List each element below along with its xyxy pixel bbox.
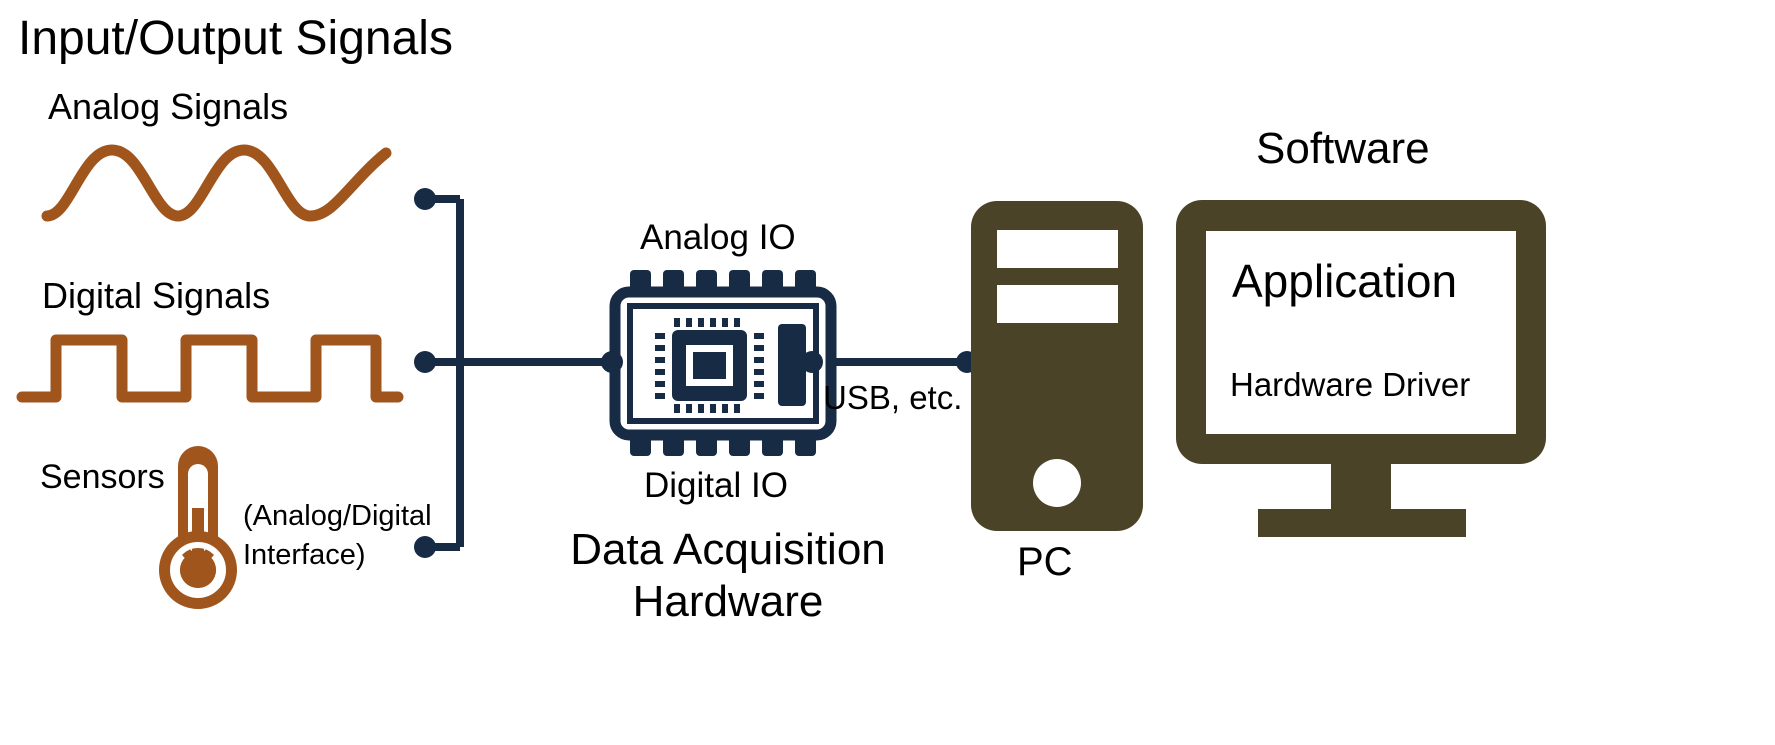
daq-hardware-label: Data Acquisition Hardware <box>570 525 886 626</box>
usb-connection-label: USB, etc. <box>823 379 963 416</box>
interface-note-label: (Analog/Digital Interface) <box>243 500 432 572</box>
bus-node-digital <box>414 351 436 373</box>
thermometer-icon <box>159 446 237 609</box>
diagram-canvas: Input/Output Signals Analog Signals Digi… <box>0 0 1775 745</box>
application-label: Application <box>1232 255 1458 307</box>
microchip-icon <box>609 270 837 456</box>
chip-node-in <box>601 351 623 373</box>
pc-drive-bay-2 <box>997 285 1118 323</box>
hardware-driver-label: Hardware Driver <box>1230 366 1471 403</box>
usb-link-wiring <box>601 351 978 373</box>
pc-node-in <box>956 351 978 373</box>
pc-label: PC <box>1017 540 1073 584</box>
analog-signals-label: Analog Signals <box>48 86 289 127</box>
monitor-neck <box>1331 464 1391 512</box>
digital-io-label: Digital IO <box>644 466 788 505</box>
square-wave-icon <box>16 334 404 403</box>
sine-wave-icon <box>41 144 392 222</box>
pc-tower-icon <box>971 201 1143 531</box>
bus-node-analog <box>414 188 436 210</box>
monitor-base <box>1258 509 1466 537</box>
page-title: Input/Output Signals <box>18 12 453 65</box>
pc-drive-bay-1 <box>997 230 1118 268</box>
sensors-label: Sensors <box>40 458 165 496</box>
software-heading: Software <box>1256 124 1430 173</box>
chip-node-left-out <box>801 351 823 373</box>
analog-io-label: Analog IO <box>640 218 796 257</box>
pc-power-button <box>1033 459 1081 507</box>
digital-signals-label: Digital Signals <box>42 275 271 316</box>
